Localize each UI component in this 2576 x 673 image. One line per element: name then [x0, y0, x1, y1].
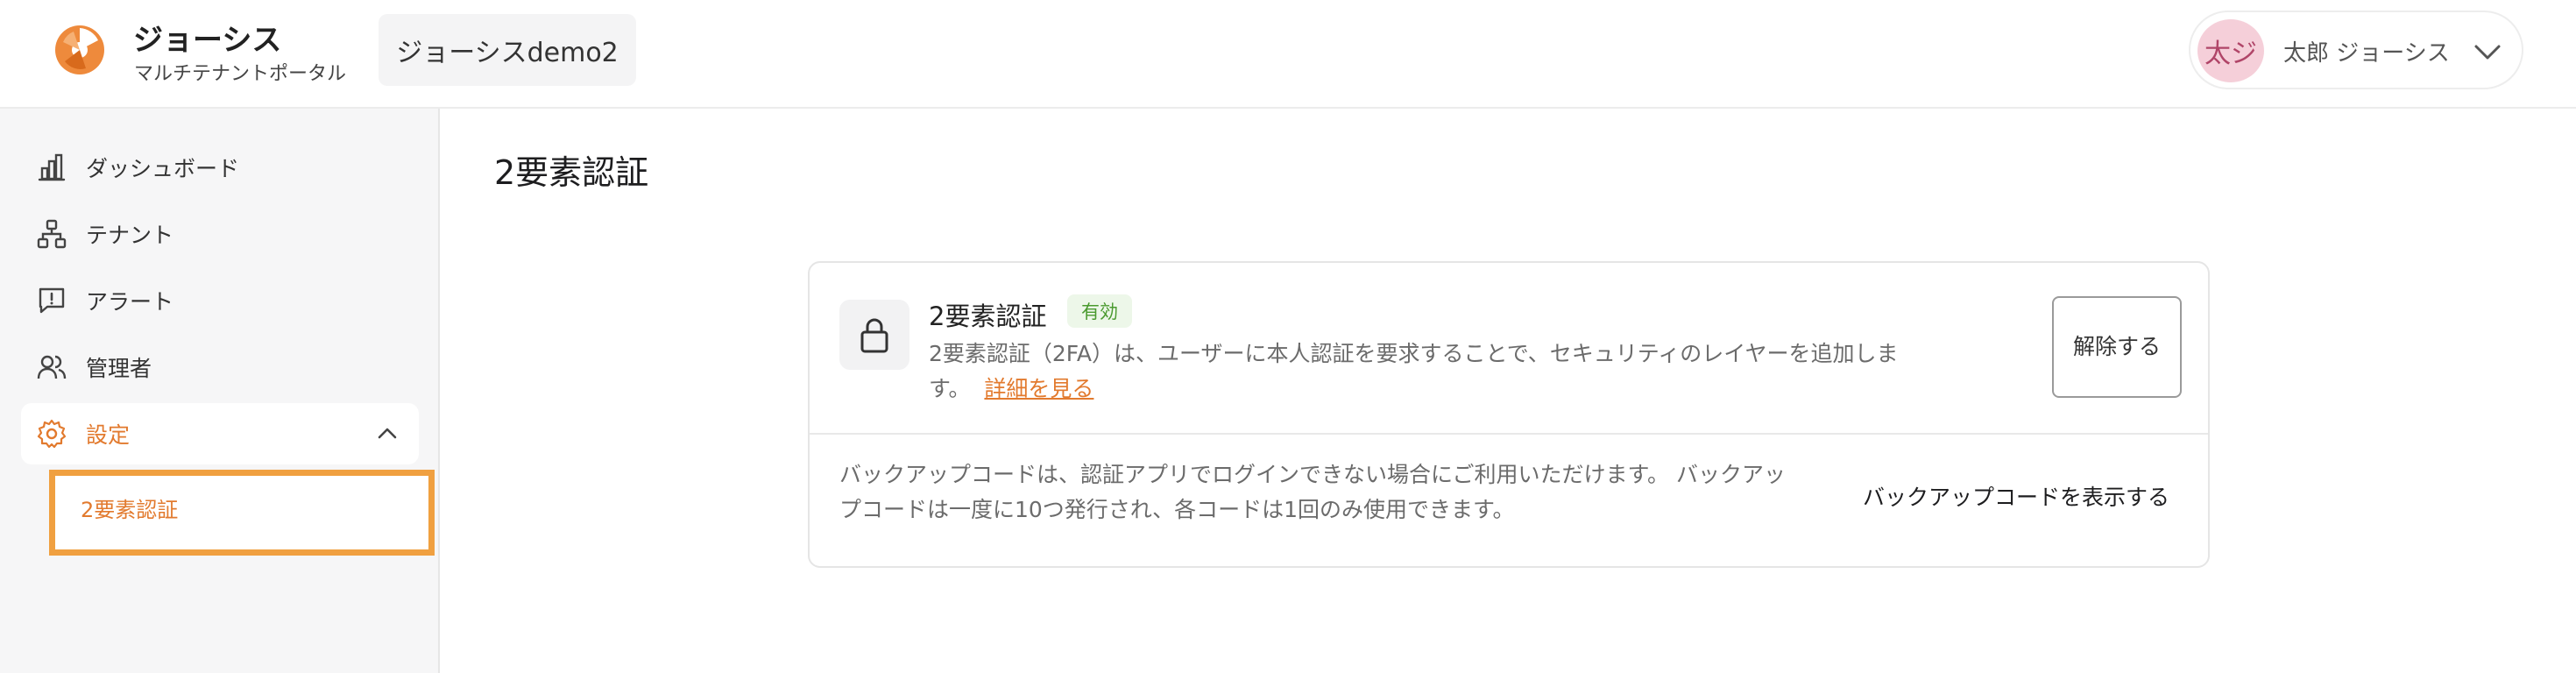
chevron-up-icon [378, 428, 397, 439]
hierarchy-icon [37, 219, 67, 249]
lock-icon [860, 318, 888, 353]
sidebar: ダッシュボード テナント アラート 管理者 設定 2要素認証 [0, 109, 440, 673]
user-menu-button[interactable]: 太ジ 太郎 ジョーシス [2189, 11, 2523, 89]
app-header: ジョーシス マルチテナントポータル ジョーシスdemo2 太ジ 太郎 ジョーシス [0, 0, 2576, 109]
two-factor-title: 2要素認証 [929, 301, 1047, 331]
page-title: 2要素認証 [494, 153, 649, 192]
sidebar-item-alerts[interactable]: アラート [21, 270, 419, 331]
chevron-down-icon [2474, 45, 2501, 60]
sidebar-item-dashboard[interactable]: ダッシュボード [21, 137, 419, 198]
josys-logo-icon[interactable] [53, 23, 107, 77]
sidebar-subitem-2fa[interactable]: 2要素認証 [81, 492, 178, 523]
sidebar-item-label: 設定 [86, 422, 131, 448]
sidebar-item-label: ダッシュボード [86, 156, 240, 181]
sidebar-item-admins[interactable]: 管理者 [21, 336, 419, 398]
sidebar-item-label: 管理者 [86, 356, 152, 381]
users-icon [37, 355, 67, 379]
tenant-selector[interactable]: ジョーシスdemo2 [379, 14, 636, 86]
alert-message-icon [39, 287, 65, 314]
brand-title: ジョーシス [133, 23, 282, 58]
user-name: 太郎 ジョーシス [2283, 40, 2450, 67]
gear-icon [37, 419, 67, 449]
disable-2fa-button[interactable]: 解除する [2052, 296, 2182, 398]
sidebar-item-label: アラート [86, 289, 174, 315]
two-factor-description: 2要素認証（2FA）は、ユーザーに本人認証を要求することで、セキュリティのレイヤ… [929, 336, 1968, 407]
show-backup-codes-button[interactable]: バックアップコードを表示する [1836, 470, 2196, 522]
status-badge: 有効 [1067, 294, 1132, 328]
two-factor-card: 2要素認証 有効 2要素認証（2FA）は、ユーザーに本人認証を要求することで、セ… [808, 261, 2210, 568]
brand-subtitle: マルチテナントポータル [134, 63, 347, 85]
backup-code-description: バックアップコードは、認証アプリでログインできない場合にご利用いただけます。 バ… [839, 462, 1786, 522]
sidebar-item-tenant[interactable]: テナント [21, 203, 419, 265]
learn-more-link[interactable]: 詳細を見る [984, 376, 1093, 401]
lock-icon-container [839, 300, 909, 370]
sidebar-item-label: テナント [86, 223, 174, 248]
sidebar-item-settings[interactable]: 設定 [21, 403, 419, 464]
bar-chart-icon [38, 153, 66, 181]
avatar: 太ジ [2197, 19, 2264, 82]
card-divider [810, 433, 2208, 435]
